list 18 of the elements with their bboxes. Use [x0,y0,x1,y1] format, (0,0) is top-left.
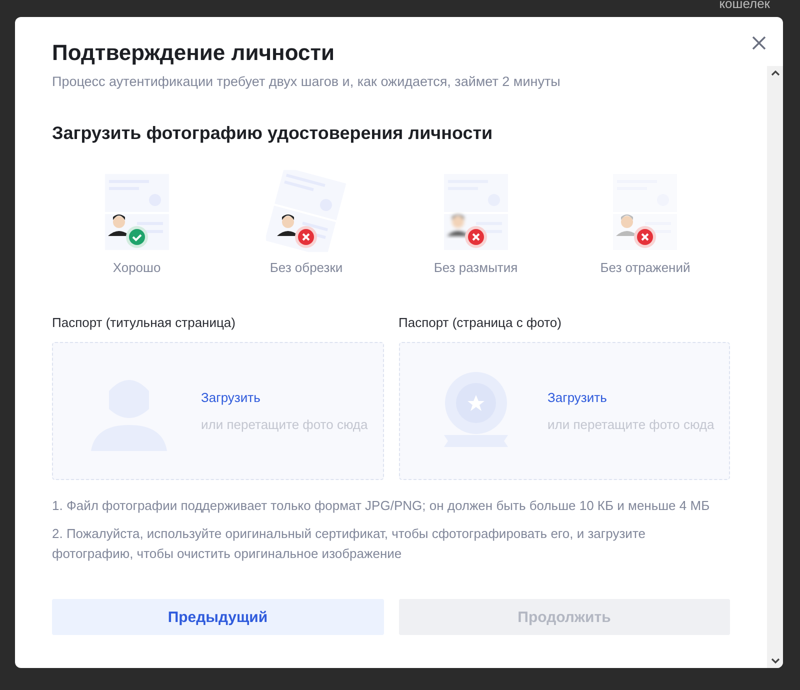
dialog-title: Подтверждение личности [52,40,335,66]
upload-label: Паспорт (титульная страница) [52,315,236,330]
example-label: Без отражений [600,260,690,275]
scroll-down-icon[interactable] [770,658,780,664]
example-label: Хорошо [112,260,161,275]
example-label: Без обрезки [270,260,343,275]
scrollbar[interactable] [767,66,783,668]
wallet-menu-link[interactable]: кошелек [719,0,770,11]
dialog-subtitle: Процесс аутентификации требует двух шагов и, как ожидается, займет 2 минуты [52,74,562,89]
example-label: Без размытия [434,260,518,275]
upload-link[interactable]: Загрузить [548,390,714,405]
note-text: 2. Пожалуйста, используйте оригинальный сертификат, чтобы сфотографировать его, и загрузите фотографию, чтобы очистить оригинальное изображение [52,525,646,563]
section-heading: Загрузить фотографию удостоверения личности [52,123,494,144]
scroll-up-icon[interactable] [770,70,780,76]
upload-link[interactable]: Загрузить [201,390,368,405]
previous-button[interactable]: Предыдущий [52,599,384,635]
upload-label: Паспорт (страница с фото) [398,315,562,330]
note-text: 1. Файл фотографии поддерживает только формат JPG/PNG; он должен быть больше 10 КБ и меньше 4 МБ [52,497,711,515]
